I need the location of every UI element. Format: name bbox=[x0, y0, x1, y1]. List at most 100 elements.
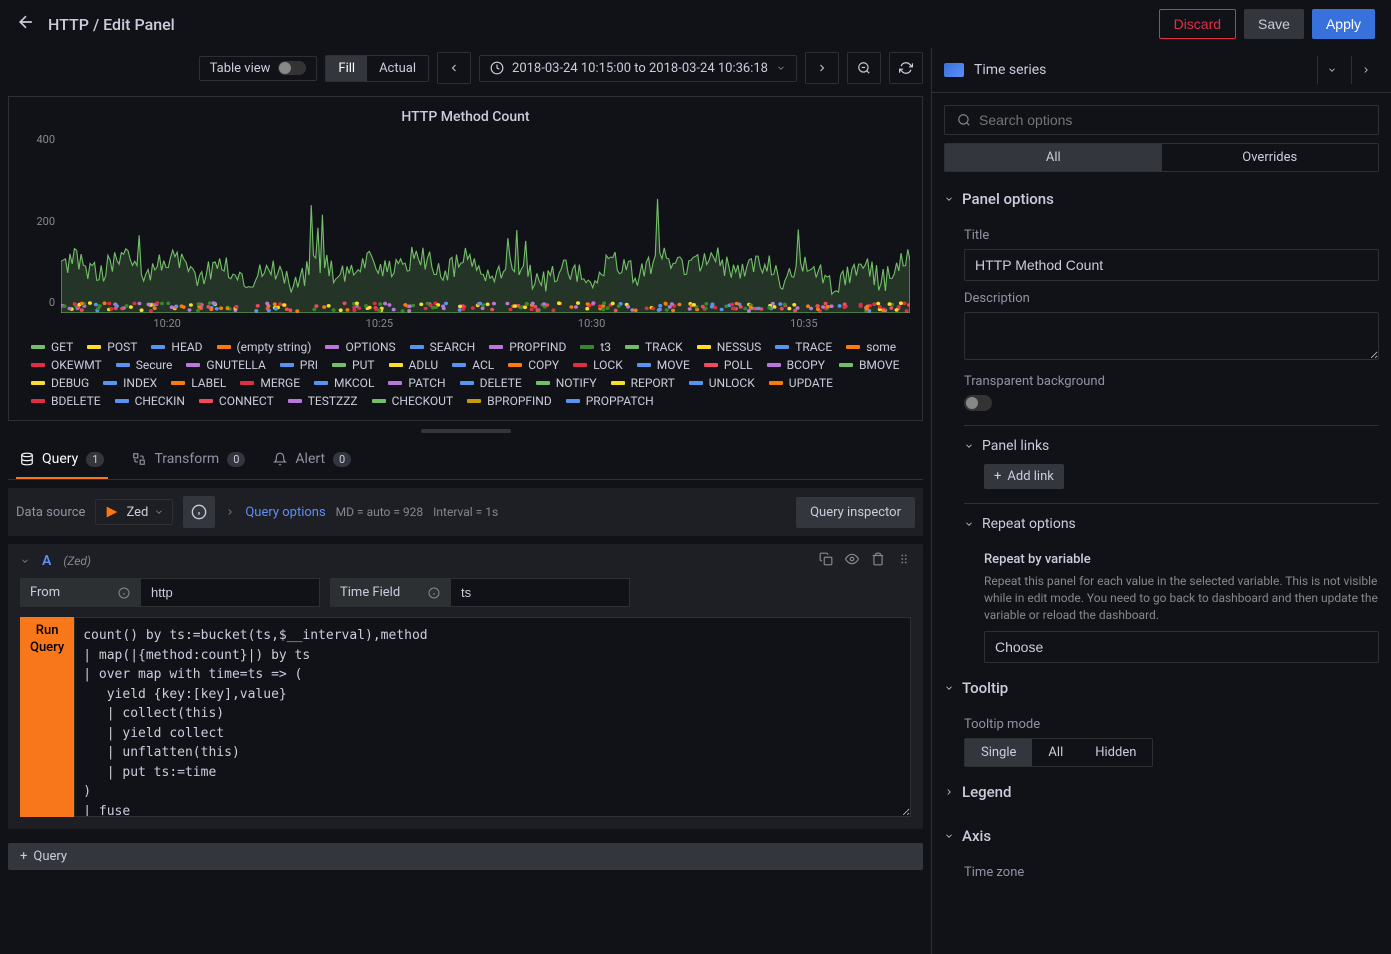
legend-item[interactable]: (empty string) bbox=[217, 340, 312, 354]
legend-item[interactable]: MKCOL bbox=[314, 376, 374, 390]
legend-item[interactable]: POLL bbox=[704, 358, 753, 372]
legend-item[interactable]: NOTIFY bbox=[536, 376, 597, 390]
add-link-button[interactable]: + Add link bbox=[984, 464, 1064, 489]
from-input[interactable] bbox=[140, 578, 320, 607]
section-axis[interactable]: Axis bbox=[944, 817, 1379, 855]
tab-query[interactable]: Query 1 bbox=[16, 441, 108, 479]
discard-button[interactable]: Discard bbox=[1159, 9, 1236, 39]
resize-handle[interactable] bbox=[421, 429, 511, 433]
section-repeat-options[interactable]: Repeat options bbox=[964, 506, 1379, 542]
legend-item[interactable]: HEAD bbox=[151, 340, 202, 354]
time-field-input[interactable] bbox=[450, 578, 630, 607]
legend-item[interactable]: TRACK bbox=[625, 340, 683, 354]
time-forward-button[interactable] bbox=[805, 52, 839, 84]
section-panel-links[interactable]: Panel links bbox=[964, 428, 1379, 464]
chevron-down-icon[interactable] bbox=[20, 556, 30, 566]
legend-item[interactable]: CHECKIN bbox=[115, 394, 185, 408]
info-icon[interactable] bbox=[118, 587, 130, 599]
legend-item[interactable]: GNUTELLA bbox=[186, 358, 265, 372]
search-options-input[interactable] bbox=[979, 112, 1366, 128]
refresh-button[interactable] bbox=[889, 52, 923, 84]
query-letter[interactable]: A bbox=[42, 553, 51, 569]
legend-item[interactable]: ACL bbox=[452, 358, 494, 372]
tab-overrides[interactable]: Overrides bbox=[1162, 144, 1379, 171]
table-view-toggle[interactable]: Table view bbox=[199, 56, 318, 81]
legend-item[interactable]: DELETE bbox=[460, 376, 522, 390]
description-input[interactable] bbox=[964, 312, 1379, 360]
legend-item[interactable]: REPORT bbox=[611, 376, 675, 390]
legend-item[interactable]: NESSUS bbox=[697, 340, 762, 354]
tab-all[interactable]: All bbox=[945, 144, 1162, 171]
viz-dropdown-button[interactable] bbox=[1317, 56, 1345, 84]
legend-item[interactable]: t3 bbox=[580, 340, 611, 354]
tooltip-all[interactable]: All bbox=[1032, 739, 1079, 766]
time-back-button[interactable] bbox=[437, 52, 471, 84]
legend-item[interactable]: INDEX bbox=[103, 376, 157, 390]
tooltip-hidden[interactable]: Hidden bbox=[1079, 739, 1152, 766]
legend-item[interactable]: BPROPFIND bbox=[467, 394, 552, 408]
run-query-button[interactable]: RunQuery bbox=[20, 617, 74, 817]
transparent-switch[interactable] bbox=[964, 395, 992, 411]
fill-option[interactable]: Fill bbox=[326, 56, 367, 81]
visualization-picker[interactable]: Time series bbox=[932, 48, 1391, 93]
legend-item[interactable]: CHECKOUT bbox=[372, 394, 454, 408]
legend-item[interactable]: TRACE bbox=[775, 340, 832, 354]
legend-item[interactable]: PATCH bbox=[388, 376, 445, 390]
datasource-help-button[interactable] bbox=[183, 496, 215, 528]
legend-item[interactable]: MOVE bbox=[637, 358, 690, 372]
legend-item[interactable]: OKEWMT bbox=[31, 358, 102, 372]
title-input[interactable] bbox=[964, 249, 1379, 281]
tab-transform[interactable]: Transform 0 bbox=[128, 441, 249, 479]
actual-option[interactable]: Actual bbox=[367, 56, 428, 81]
legend-item[interactable]: TESTZZZ bbox=[288, 394, 358, 408]
delete-query-button[interactable] bbox=[871, 552, 885, 570]
zoom-out-button[interactable] bbox=[847, 52, 881, 84]
legend-item[interactable]: POST bbox=[87, 340, 137, 354]
section-tooltip[interactable]: Tooltip bbox=[944, 669, 1379, 707]
legend-item[interactable]: MERGE bbox=[240, 376, 300, 390]
legend-item[interactable]: UNLOCK bbox=[689, 376, 755, 390]
apply-button[interactable]: Apply bbox=[1312, 9, 1375, 39]
legend-item[interactable]: OPTIONS bbox=[325, 340, 395, 354]
tab-alert[interactable]: Alert 0 bbox=[269, 441, 355, 479]
legend-item[interactable]: some bbox=[846, 340, 896, 354]
legend-item[interactable]: BDELETE bbox=[31, 394, 101, 408]
legend-item[interactable]: DEBUG bbox=[31, 376, 89, 390]
legend-item[interactable]: PROPFIND bbox=[489, 340, 566, 354]
legend-item[interactable]: LABEL bbox=[171, 376, 226, 390]
legend-item[interactable]: GET bbox=[31, 340, 73, 354]
legend-item[interactable]: UPDATE bbox=[769, 376, 833, 390]
tooltip-single[interactable]: Single bbox=[965, 739, 1032, 766]
table-view-switch[interactable] bbox=[278, 61, 306, 75]
duplicate-query-button[interactable] bbox=[819, 552, 833, 570]
legend-item[interactable]: LOCK bbox=[573, 358, 623, 372]
legend-item[interactable]: PROPPATCH bbox=[566, 394, 654, 408]
drag-handle[interactable] bbox=[897, 552, 911, 570]
legend-item[interactable]: ADLU bbox=[389, 358, 439, 372]
toggle-visibility-button[interactable] bbox=[845, 552, 859, 570]
data-source-picker[interactable]: Zed bbox=[95, 499, 173, 525]
legend-item[interactable]: CONNECT bbox=[199, 394, 274, 408]
legend-item[interactable]: COPY bbox=[508, 358, 559, 372]
legend-item[interactable]: SEARCH bbox=[410, 340, 476, 354]
section-panel-options[interactable]: Panel options bbox=[944, 180, 1379, 218]
transform-icon bbox=[132, 452, 146, 466]
query-options-link[interactable]: Query options bbox=[245, 505, 325, 520]
repeat-variable-select[interactable]: Choose bbox=[984, 631, 1379, 663]
query-textarea[interactable] bbox=[74, 617, 911, 817]
back-icon[interactable] bbox=[16, 12, 36, 36]
section-legend[interactable]: Legend bbox=[944, 773, 1379, 811]
legend-item[interactable]: PUT bbox=[332, 358, 375, 372]
search-options-box[interactable] bbox=[944, 105, 1379, 135]
legend-item[interactable]: Secure bbox=[116, 358, 173, 372]
legend-item[interactable]: BCOPY bbox=[767, 358, 825, 372]
time-range-picker[interactable]: 2018-03-24 10:15:00 to 2018-03-24 10:36:… bbox=[479, 55, 797, 82]
chart-plot[interactable] bbox=[61, 133, 910, 313]
viz-expand-button[interactable] bbox=[1351, 56, 1379, 84]
legend-item[interactable]: BMOVE bbox=[839, 358, 900, 372]
add-query-button[interactable]: + Query bbox=[8, 843, 923, 870]
legend-item[interactable]: PRI bbox=[280, 358, 318, 372]
query-inspector-button[interactable]: Query inspector bbox=[796, 497, 915, 528]
save-button[interactable]: Save bbox=[1244, 9, 1304, 39]
info-icon[interactable] bbox=[428, 587, 440, 599]
